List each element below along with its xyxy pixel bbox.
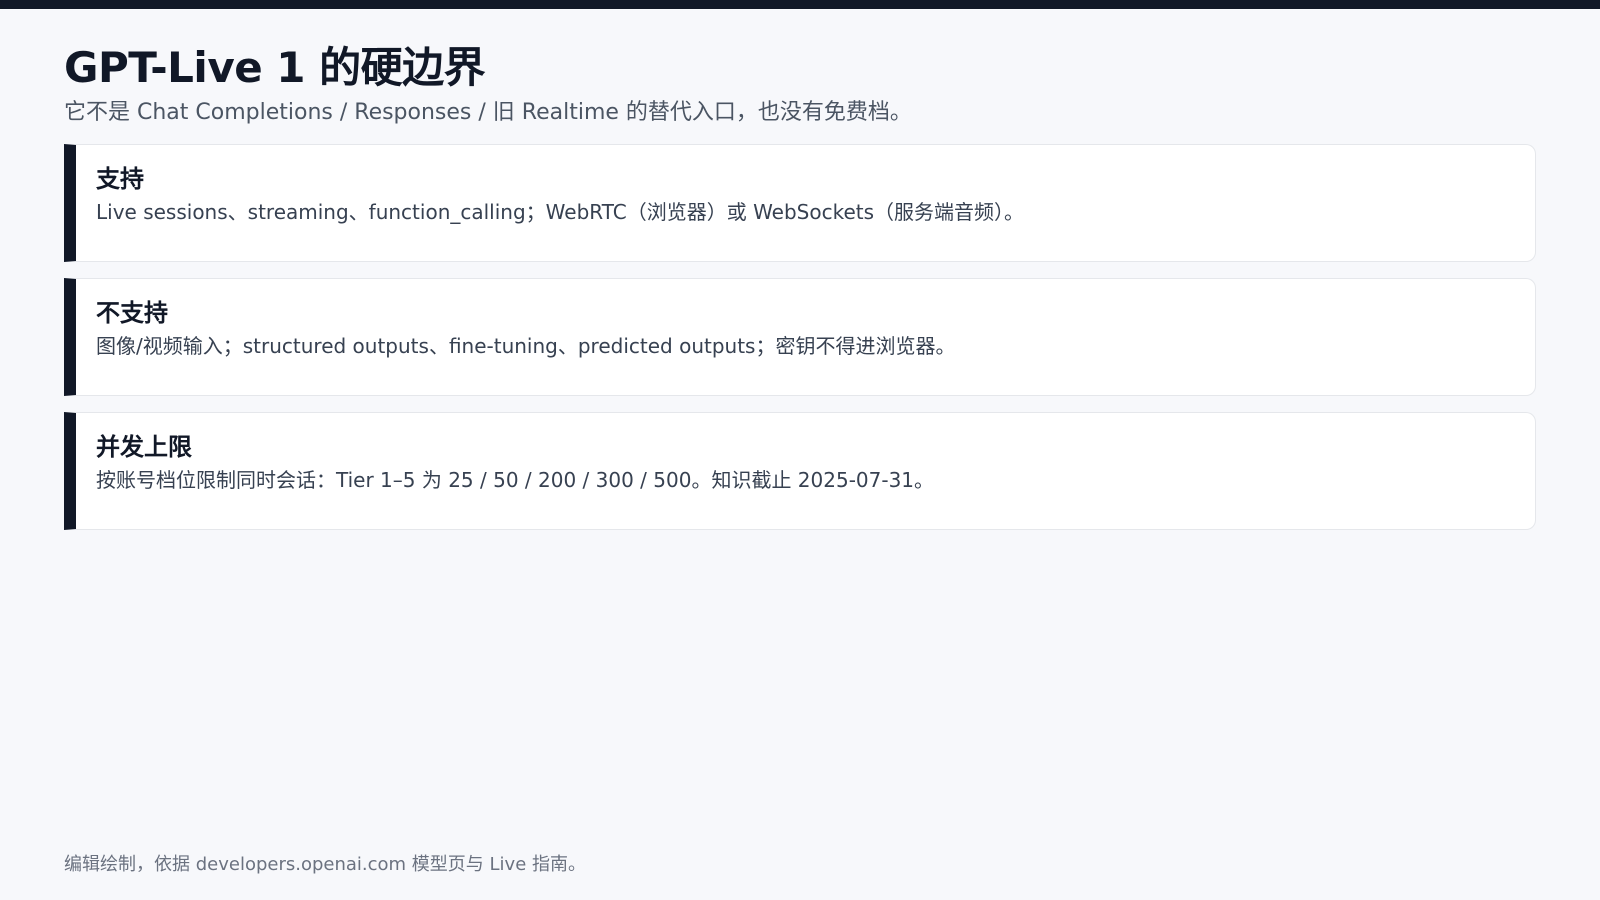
unsupported-title: 不支持 bbox=[96, 299, 168, 327]
top-accent-bar bbox=[0, 0, 1600, 9]
supported-card: 支持 Live sessions、streaming、function_call… bbox=[64, 144, 1536, 262]
unsupported-card: 不支持 图像/视频输入；structured outputs、fine-tuni… bbox=[64, 278, 1536, 396]
page-subtitle: 它不是 Chat Completions / Responses / 旧 Rea… bbox=[64, 100, 912, 125]
concurrency-limit-card: 并发上限 按账号档位限制同时会话：Tier 1–5 为 25 / 50 / 20… bbox=[64, 412, 1536, 530]
unsupported-description: 图像/视频输入；structured outputs、fine-tuning、p… bbox=[96, 334, 956, 358]
page-title: GPT-Live 1 的硬边界 bbox=[64, 43, 486, 92]
source-note: 编辑绘制，依据 developers.openai.com 模型页与 Live … bbox=[64, 854, 586, 875]
supported-description: Live sessions、streaming、function_calling… bbox=[96, 200, 1025, 224]
concurrency-limit-title: 并发上限 bbox=[96, 433, 192, 461]
boundary-card-list: 支持 Live sessions、streaming、function_call… bbox=[64, 144, 1536, 546]
concurrency-limit-description: 按账号档位限制同时会话：Tier 1–5 为 25 / 50 / 200 / 3… bbox=[96, 468, 935, 492]
supported-title: 支持 bbox=[96, 165, 144, 193]
